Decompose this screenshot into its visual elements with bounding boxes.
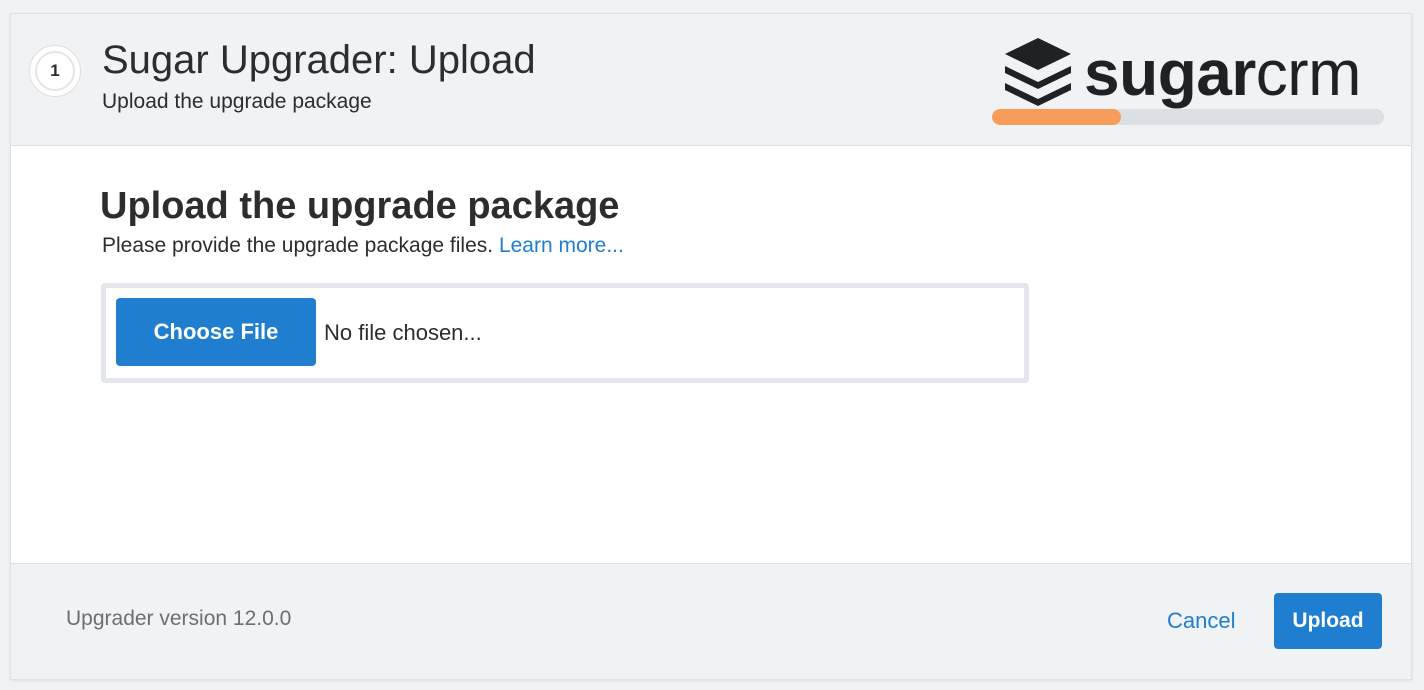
choose-file-button[interactable]: Choose File (116, 298, 316, 366)
section-description: Please provide the upgrade package files… (102, 234, 624, 258)
footer: Upgrader version 12.0.0 Cancel Upload (11, 563, 1411, 679)
sugarcrm-logo: sugarcrm (1001, 36, 1381, 110)
logo-wordmark-bold: sugar (1084, 37, 1256, 109)
page-title: Sugar Upgrader: Upload (102, 38, 536, 82)
progress-bar-fill (992, 109, 1122, 125)
progress-bar (992, 109, 1384, 125)
logo-wordmark-light: crm (1255, 37, 1362, 109)
section-title: Upload the upgrade package (100, 185, 620, 227)
main-content: Upload the upgrade package Please provid… (11, 146, 1411, 564)
step-number: 1 (35, 51, 75, 91)
description-text: Please provide the upgrade package files… (102, 234, 499, 257)
page-subtitle: Upload the upgrade package (102, 90, 372, 113)
stacked-layers-icon (1005, 38, 1071, 106)
file-upload-field: Choose File No file chosen... (101, 283, 1029, 383)
step-badge: 1 (29, 45, 81, 97)
version-text: Upgrader version 12.0.0 (66, 607, 292, 630)
upload-button[interactable]: Upload (1274, 593, 1382, 649)
cancel-button[interactable]: Cancel (1167, 608, 1235, 634)
learn-more-link[interactable]: Learn more... (499, 234, 624, 257)
file-status-text: No file chosen... (324, 320, 482, 345)
upgrader-panel: 1 Sugar Upgrader: Upload Upload the upgr… (10, 13, 1412, 680)
logo-wordmark: sugarcrm (1084, 36, 1361, 110)
header: 1 Sugar Upgrader: Upload Upload the upgr… (11, 14, 1411, 146)
